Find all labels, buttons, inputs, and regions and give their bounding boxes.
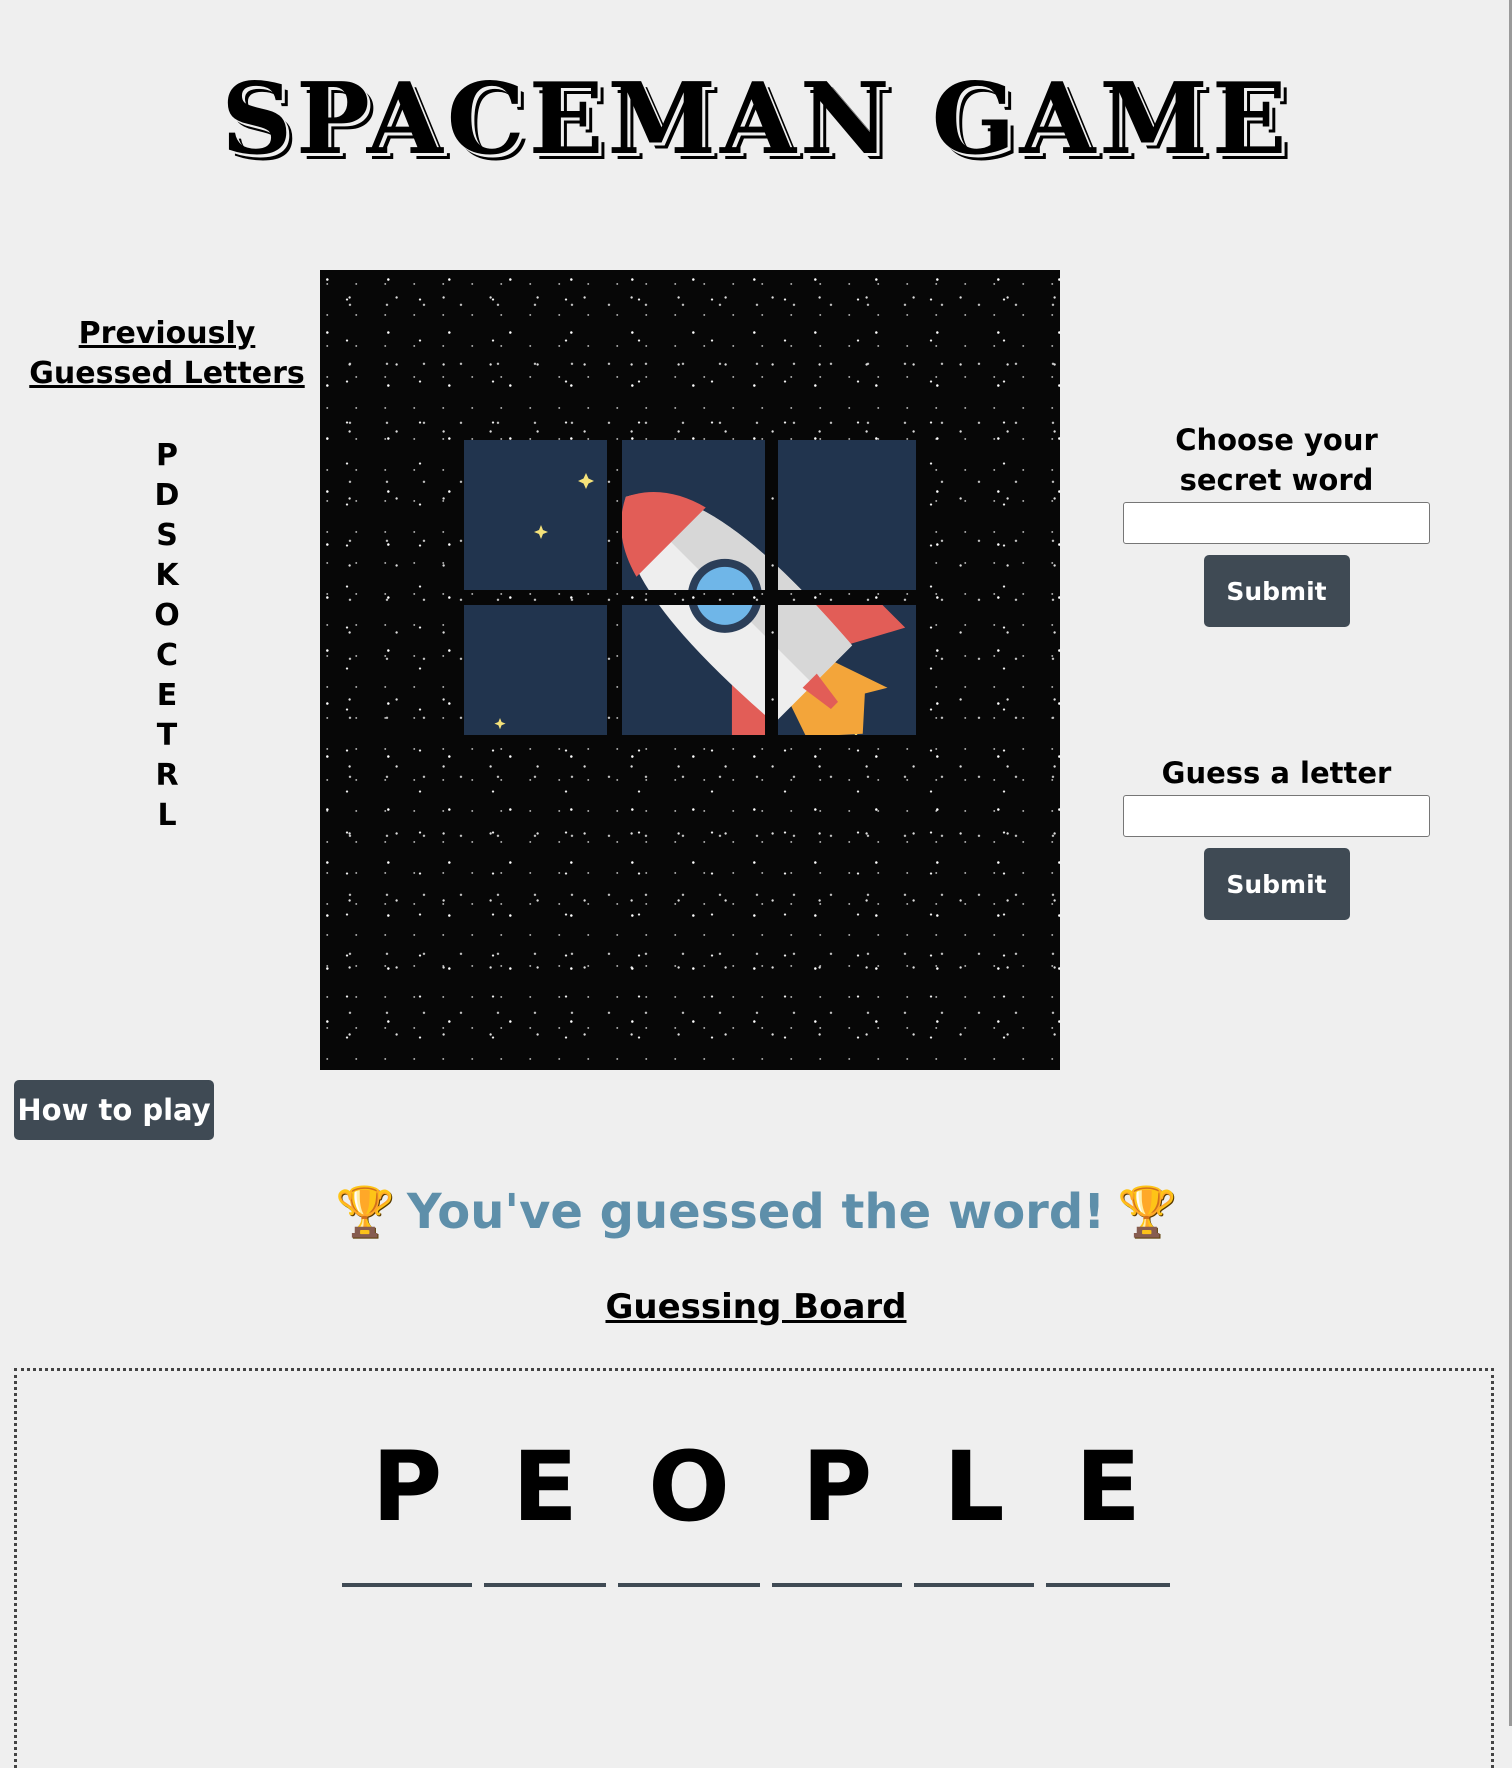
rocket-icon [778, 605, 916, 735]
previously-guessed-heading: Previously Guessed Letters [29, 316, 305, 391]
guessed-letter: P [156, 438, 178, 473]
win-message: 🏆 You've guessed the word! 🏆 [0, 1180, 1512, 1244]
win-message-text: You've guessed the word! [406, 1184, 1106, 1240]
page-title: SPACEMAN GAME [221, 62, 1291, 177]
letter-slot: O [618, 1431, 760, 1587]
rocket-icon [622, 605, 765, 735]
letter-slot: P [342, 1431, 472, 1587]
letter-slot: P [772, 1431, 902, 1587]
rocket-tile [464, 440, 607, 590]
guessed-letter: C [155, 638, 179, 673]
rocket-icon [622, 440, 765, 590]
guessed-letter: S [156, 518, 178, 553]
guessed-letter: E [156, 678, 178, 713]
slot-letter: P [371, 1431, 443, 1543]
guessed-letters-list: P D S K O C E T R L [18, 436, 316, 836]
guessing-board-heading: Guessing Board [605, 1287, 907, 1327]
guessed-letter: O [154, 598, 180, 633]
slot-letter: L [943, 1431, 1005, 1543]
space-image-panel [320, 270, 1060, 1070]
trophy-icon: 🏆 [1117, 1184, 1177, 1240]
guessed-letter: T [156, 718, 178, 753]
trophy-icon: 🏆 [335, 1184, 395, 1240]
slot-underline [342, 1583, 472, 1587]
word-slots: P E O P L E [342, 1431, 1182, 1587]
guessed-letter: R [155, 758, 179, 793]
rocket-icon [464, 605, 607, 735]
secret-word-label: Choose your secret word [1175, 423, 1378, 497]
letter-slot: E [1046, 1431, 1170, 1587]
guessed-letter: K [155, 558, 179, 593]
slot-letter: E [1075, 1431, 1141, 1543]
secret-word-submit-button[interactable]: Submit [1203, 555, 1350, 627]
rocket-icon [778, 440, 916, 590]
how-to-play-button[interactable]: How to play [14, 1080, 214, 1140]
guessed-letter: D [154, 478, 180, 513]
slot-underline [1046, 1583, 1170, 1587]
secret-word-form: Choose your secret word Submit [1123, 420, 1430, 627]
secret-word-input[interactable] [1123, 502, 1430, 544]
slot-letter: P [801, 1431, 873, 1543]
guess-letter-form: Guess a letter Submit [1123, 753, 1430, 920]
slot-letter: E [512, 1431, 578, 1543]
slot-underline [772, 1583, 902, 1587]
guessing-board: P E O P L E [14, 1368, 1494, 1768]
guess-letter-label: Guess a letter [1161, 756, 1392, 790]
guess-letter-input[interactable] [1123, 795, 1430, 837]
previously-guessed-panel: Previously Guessed Letters P D S K O C E… [18, 314, 316, 836]
rocket-tile [622, 605, 765, 735]
letter-slot: L [914, 1431, 1034, 1587]
guess-letter-submit-button[interactable]: Submit [1203, 848, 1350, 920]
rocket-tile [778, 440, 916, 590]
slot-underline [618, 1583, 760, 1587]
slot-underline [914, 1583, 1034, 1587]
rocket-tile [464, 605, 607, 735]
guessed-letter: L [157, 798, 177, 833]
rocket-icon [464, 440, 607, 590]
slot-letter: O [648, 1431, 730, 1543]
rocket-tile [778, 605, 916, 735]
rocket-tile [622, 440, 765, 590]
slot-underline [484, 1583, 606, 1587]
letter-slot: E [484, 1431, 606, 1587]
